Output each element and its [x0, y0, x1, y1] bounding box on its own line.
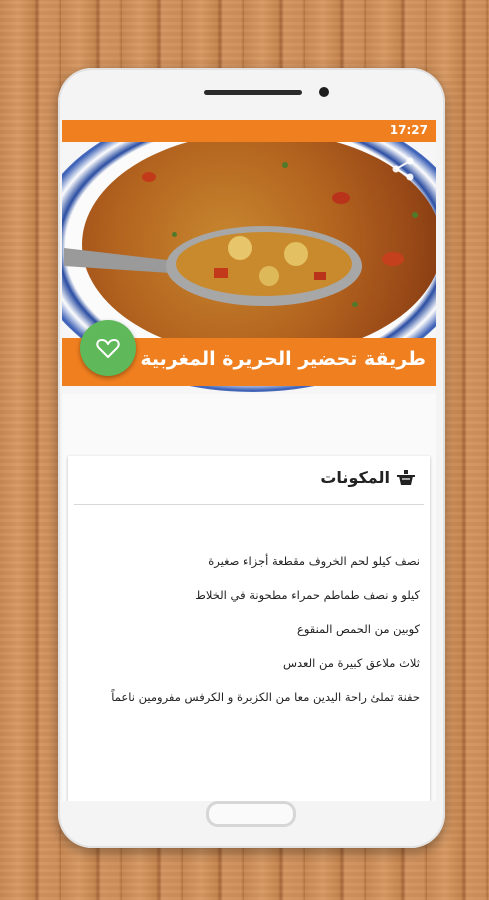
ingredient-item: كوبين من الحمص المنقوع [296, 622, 420, 636]
favorite-button[interactable] [80, 320, 136, 376]
app-screen: 17:27 طريقة تحضير الحريرة المغربية المكو… [62, 120, 436, 801]
ingredients-heading: المكونات [320, 468, 390, 487]
speaker-grille [204, 90, 302, 95]
recipe-title: طريقة تحضير الحريرة المغربية [140, 348, 426, 370]
status-time: 17:27 [389, 123, 428, 137]
share-icon[interactable] [390, 156, 416, 182]
ingredients-card-header: المكونات [74, 456, 424, 505]
spoon-image [64, 226, 362, 306]
front-camera [319, 87, 329, 97]
home-button[interactable] [206, 801, 296, 827]
heart-icon [96, 339, 120, 358]
ingredients-card: المكونات نصف كيلو لحم الخروف مقطعة أجزاء… [68, 456, 430, 801]
phone-frame: 17:27 طريقة تحضير الحريرة المغربية المكو… [58, 68, 445, 848]
status-bar: 17:27 [62, 120, 436, 142]
ingredient-item: ثلاث ملاعق كبيرة من العدس [282, 656, 420, 670]
ingredient-item: نصف كيلو لحم الخروف مقطعة أجزاء صغيرة [208, 554, 420, 568]
pot-icon [397, 470, 415, 485]
ingredient-item: حفنة تملئ راحة اليدين معا من الكزبرة و ا… [111, 690, 420, 704]
ingredient-item: كيلو و نصف طماطم حمراء مطحونة في الخلاط [195, 588, 420, 602]
